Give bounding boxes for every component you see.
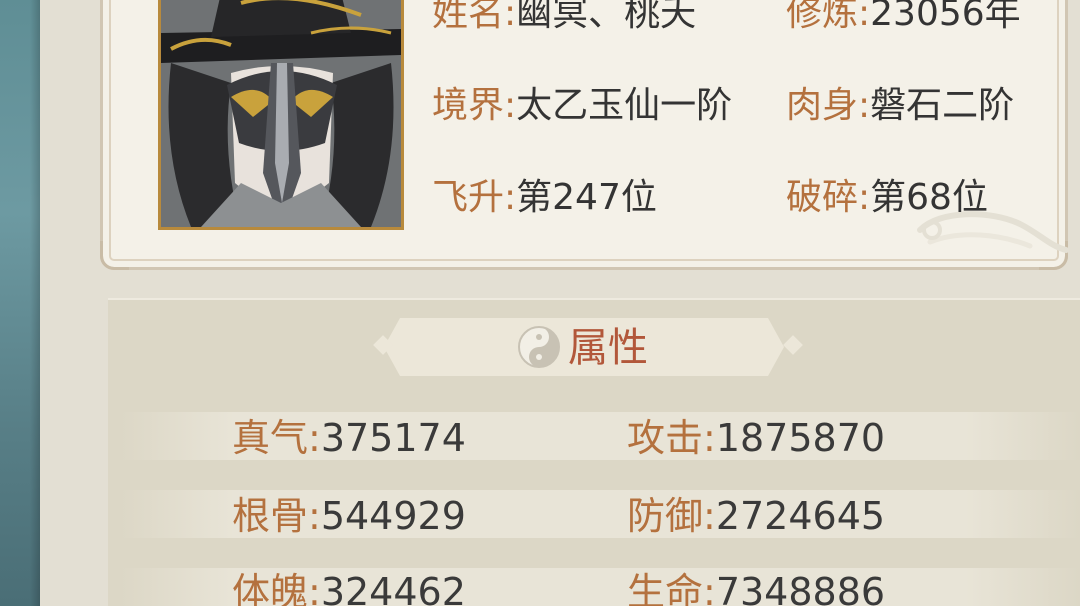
shatter-label: 破碎 [786,177,859,218]
stat-label: 根骨 [232,494,309,538]
ascension-rank-field: 飞升:第247位 [432,178,657,218]
name-field: 姓名:幽冥、桃夭 [432,0,696,34]
cultivation-label: 修炼 [786,0,859,34]
attributes-title: 属性 [568,325,648,371]
cultivation-field: 修炼:23056年 [786,0,1021,34]
stat-label: 真气 [232,416,309,460]
stat-value: 1875870 [715,416,886,460]
stat-label: 攻击 [627,416,704,460]
shatter-rank-field: 破碎:第68位 [786,178,988,218]
name-label: 姓名 [432,0,505,34]
name-colon: : [504,0,517,34]
stat-label: 防御 [627,494,704,538]
ascension-colon: : [504,177,517,218]
cultivation-value: 23056年 [870,0,1021,34]
body-value: 磐石二阶 [870,85,1015,126]
shatter-colon: : [858,177,871,218]
stat-value: 544929 [320,494,466,538]
background-backdrop [0,0,40,606]
body-field: 肉身:磐石二阶 [786,86,1014,126]
ascension-value: 第247位 [516,177,657,218]
stat-label: 生命 [627,570,704,606]
stat-defense: 防御:2724645 [627,494,886,538]
stat-value: 2724645 [715,494,886,538]
card-corner-ornament [100,241,129,270]
stat-health: 生命:7348886 [627,568,885,606]
realm-value: 太乙玉仙一阶 [516,85,733,126]
yin-yang-icon [518,326,560,368]
realm-field: 境界:太乙玉仙一阶 [432,86,732,126]
character-avatar[interactable] [158,0,404,230]
body-colon: : [858,85,871,126]
stat-true-qi: 真气:375174 [232,416,466,460]
realm-label: 境界 [432,85,505,126]
stat-attack: 攻击:1875870 [627,416,886,460]
masked-character-portrait [161,0,401,227]
realm-colon: : [504,85,517,126]
stat-value: 324462 [320,570,466,606]
stat-value: 7348886 [715,570,886,606]
character-info-screen: 姓名:幽冥、桃夭 修炼:23056年 境界:太乙玉仙一阶 肉身:磐石二阶 飞升:… [0,0,1080,606]
stat-value: 375174 [320,416,466,460]
shatter-value: 第68位 [870,177,988,218]
stat-physique: 体魄:324462 [232,568,466,606]
name-value: 幽冥、桃夭 [516,0,697,34]
stat-label: 体魄 [232,570,309,606]
cultivation-colon: : [858,0,871,34]
ascension-label: 飞升 [432,177,505,218]
stat-root-bone: 根骨:544929 [232,494,466,538]
body-label: 肉身 [786,85,859,126]
